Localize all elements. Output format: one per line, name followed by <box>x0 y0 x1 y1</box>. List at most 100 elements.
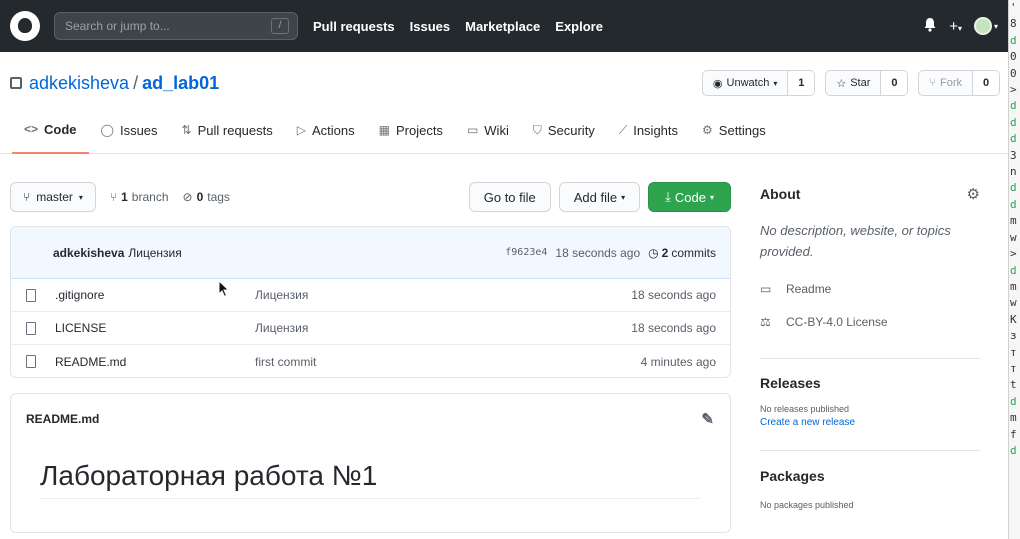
terminal-line: 3 <box>1010 148 1017 162</box>
file-list: adkekisheva Лицензия f9623e4 18 seconds … <box>10 226 731 378</box>
file-icon <box>26 321 36 335</box>
file-age: 18 seconds ago <box>631 321 716 335</box>
terminal-line: d <box>1010 99 1017 113</box>
terminal-line: d <box>1010 33 1017 47</box>
avatar <box>973 17 992 35</box>
table-row[interactable]: .gitignore Лицензия 18 seconds ago <box>11 279 730 312</box>
terminal-line: d <box>1010 263 1017 277</box>
tag-word: tags <box>207 190 230 204</box>
tab-security[interactable]: ⛉ Security <box>521 112 607 154</box>
shield-icon: ⛉ <box>532 122 542 137</box>
chevron-down-icon: ▾ <box>993 21 998 31</box>
toolbar-actions: Go to file Add file ▾ ⤓ Code ▾ <box>468 182 731 212</box>
terminal-line: w <box>1010 296 1017 310</box>
gear-icon[interactable]: ⚙ <box>967 185 980 203</box>
releases-title[interactable]: Releases <box>760 375 980 395</box>
about-description: No description, website, or topics provi… <box>760 223 951 259</box>
add-file-label: Add file <box>573 189 618 205</box>
file-age: 18 seconds ago <box>631 288 716 302</box>
create-release-link[interactable]: Create a new release <box>760 417 980 428</box>
download-icon: ⤓ <box>665 189 671 204</box>
go-to-file-button[interactable]: Go to file <box>468 182 551 212</box>
terminal-line: m <box>1010 279 1017 293</box>
chevron-down-icon: ▾ <box>773 78 778 88</box>
commit-author-link[interactable]: adkekisheva <box>53 246 124 260</box>
commit-time: 18 seconds ago <box>555 245 641 260</box>
fork-count[interactable]: 0 <box>973 71 999 95</box>
tab-actions[interactable]: ▷ Actions <box>285 112 367 154</box>
terminal-line: d <box>1010 197 1017 211</box>
file-name-link[interactable]: LICENSE <box>55 321 255 335</box>
repo-icon <box>10 77 22 89</box>
repo-sidebar: About ⚙ No description, website, or topi… <box>760 182 980 510</box>
about-title: About <box>760 186 801 202</box>
releases-empty-text: No releases published <box>760 404 850 414</box>
tab-issues[interactable]: ◯ Issues <box>89 112 170 154</box>
file-commit-message-link[interactable]: first commit <box>255 355 316 369</box>
terminal-line: з <box>1010 329 1017 343</box>
repo-name-link[interactable]: ad_lab01 <box>142 73 219 93</box>
tab-label: Security <box>547 122 595 138</box>
tab-projects[interactable]: ▦ Projects <box>367 112 455 154</box>
tab-pull-requests[interactable]: ⇅ Pull requests <box>170 112 285 154</box>
commits-history-link[interactable]: ◷ 2 commits <box>648 246 716 260</box>
tab-wiki[interactable]: ▭ Wiki <box>455 112 521 154</box>
unwatch-button[interactable]: ◉ Unwatch ▾ <box>703 71 789 95</box>
file-name-link[interactable]: README.md <box>55 355 255 369</box>
terminal-line: n <box>1010 165 1017 179</box>
table-row[interactable]: LICENSE Лицензия 18 seconds ago <box>11 312 730 345</box>
eye-icon: ◉ <box>712 77 723 90</box>
packages-empty-text: No packages published <box>760 500 854 510</box>
create-new-button[interactable]: +▾ <box>949 18 962 35</box>
terminal-line: 0 <box>1010 50 1017 64</box>
readme-panel: README.md ✎ Лабораторная работа №1 <box>10 393 731 533</box>
terminal-line: т <box>1010 345 1017 359</box>
search-input[interactable]: Search or jump to... / <box>54 12 298 40</box>
repo-header: adkekisheva / ad_lab01 ◉ Unwatch ▾ 1 ☆ Sta… <box>10 68 1000 98</box>
terminal-line: 0 <box>1010 66 1017 80</box>
tab-label: Insights <box>633 122 679 138</box>
table-row[interactable]: README.md first commit 4 minutes ago <box>11 345 730 377</box>
fork-button[interactable]: ⑂ Fork <box>919 71 973 95</box>
add-file-button[interactable]: Add file ▾ <box>558 182 641 212</box>
star-button[interactable]: ☆ Star <box>826 71 882 95</box>
packages-title[interactable]: Packages <box>760 468 980 488</box>
terminal-line: m <box>1010 411 1017 425</box>
commit-message-link[interactable]: Лицензия <box>128 246 181 260</box>
search-placeholder: Search or jump to... <box>65 19 170 33</box>
tags-link[interactable]: ⊘ 0 tags <box>183 190 230 204</box>
code-button[interactable]: ⤓ Code ▾ <box>648 182 731 212</box>
issue-icon: ◯ <box>100 123 114 137</box>
repo-tabs: <> Code ◯ Issues ⇅ Pull requests ▷ Actions ▦… <box>0 112 1008 154</box>
commit-sha-link[interactable]: f9623e4 <box>505 247 547 258</box>
tab-code[interactable]: <> Code <box>12 112 89 154</box>
watch-count[interactable]: 1 <box>788 71 815 95</box>
tab-insights[interactable]: ⟋ Insights <box>607 112 690 154</box>
commit-meta: f9623e4 18 seconds ago ◷ 2 commits <box>505 246 716 260</box>
tab-label: Wiki <box>484 122 509 138</box>
repo-owner-link[interactable]: adkekisheva <box>29 73 129 93</box>
github-logo-icon[interactable] <box>10 11 40 41</box>
file-commit-message-link[interactable]: Лицензия <box>255 288 308 302</box>
pencil-icon[interactable]: ✎ <box>701 410 714 428</box>
license-link[interactable]: ⚖ CC-BY-4.0 License <box>760 305 980 338</box>
readme-link[interactable]: ▭ Readme <box>760 272 980 305</box>
terminal-line: т <box>1010 361 1017 375</box>
star-count[interactable]: 0 <box>881 71 908 95</box>
user-menu[interactable]: ▾ <box>973 17 998 35</box>
branches-link[interactable]: ⑂ 1 branch <box>110 190 169 204</box>
nav-pull-requests[interactable]: Pull requests <box>313 19 395 34</box>
file-icon <box>26 355 36 368</box>
tab-settings[interactable]: ⚙ Settings <box>690 112 778 154</box>
nav-explore[interactable]: Explore <box>555 19 603 34</box>
bell-icon[interactable] <box>923 17 937 36</box>
nav-issues[interactable]: Issues <box>410 19 450 34</box>
graph-icon: ⟋ <box>618 122 628 137</box>
file-commit-message-link[interactable]: Лицензия <box>255 321 308 335</box>
tag-icon: ⊘ <box>182 190 193 204</box>
fork-button-group: ⑂ Fork 0 <box>918 70 1000 96</box>
nav-marketplace[interactable]: Marketplace <box>465 19 540 34</box>
terminal-line: w <box>1010 230 1017 244</box>
branch-select-button[interactable]: ⑂ master ▾ <box>10 182 96 212</box>
file-icon <box>26 288 36 302</box>
